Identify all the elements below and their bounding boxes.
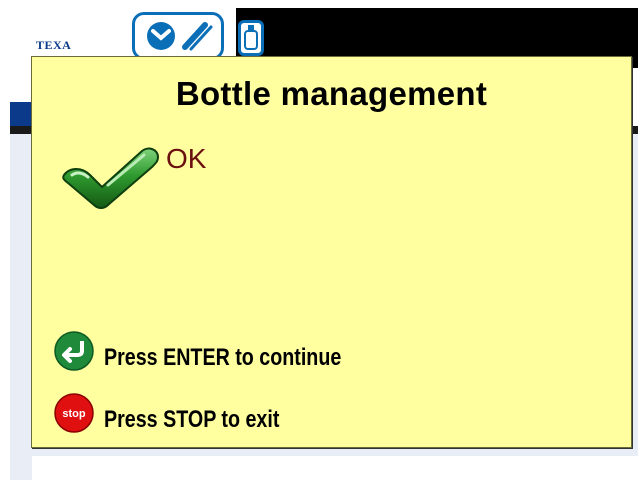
status-text: OK: [166, 143, 207, 174]
enter-icon: [54, 331, 94, 371]
enter-hint-label: Press ENTER to continue: [104, 344, 342, 371]
enter-hint[interactable]: Press ENTER to continue: [54, 331, 393, 371]
stop-icon-text: stop: [62, 408, 86, 420]
stop-icon: stop: [54, 393, 94, 433]
tools-glyph: [147, 22, 213, 51]
logo-text: TEXA: [36, 38, 72, 52]
dialog-title: Bottle management: [175, 75, 488, 112]
bottle-icon: [238, 20, 264, 56]
bottle-management-dialog: Bottle management OK Press ENTER to cont…: [31, 56, 632, 448]
bottle-glyph: [244, 25, 258, 50]
tools-icon: [132, 12, 224, 60]
stop-hint-label: Press STOP to exit: [104, 406, 280, 433]
content-footer: [32, 456, 638, 480]
checkmark-icon: [62, 147, 160, 209]
screen: TEXA Bottle management OK Press ENTER to…: [0, 0, 638, 480]
stop-hint[interactable]: stop Press STOP to exit: [54, 393, 318, 433]
